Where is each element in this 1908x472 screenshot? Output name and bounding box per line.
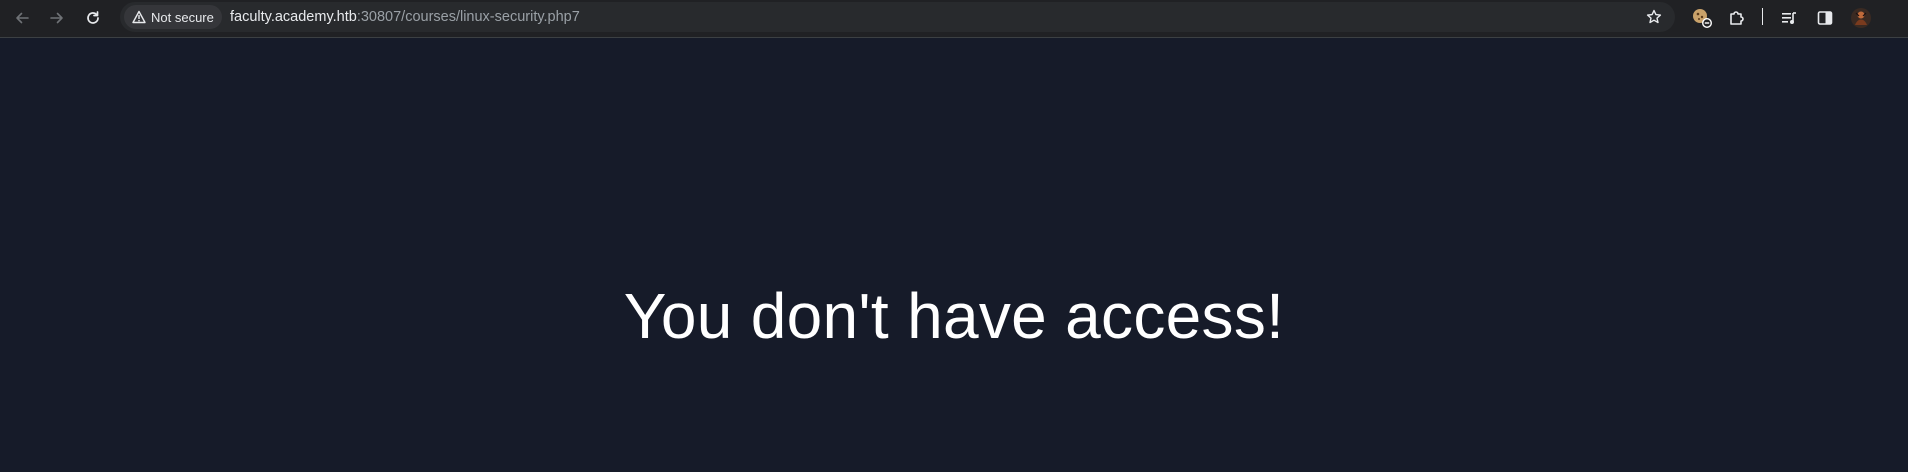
- warning-icon: [132, 10, 146, 24]
- back-button[interactable]: [7, 3, 37, 33]
- url-text[interactable]: faculty.academy.htb:30807/courses/linux-…: [230, 2, 580, 32]
- security-label: Not secure: [151, 9, 214, 25]
- forward-icon: [50, 12, 63, 24]
- extensions-button[interactable]: [1724, 5, 1750, 31]
- browser-toolbar: Not secure faculty.academy.htb:30807/cou…: [0, 0, 1908, 38]
- media-controls-button[interactable]: [1776, 5, 1802, 31]
- profile-button[interactable]: [1848, 5, 1874, 31]
- access-denied-message: You don't have access!: [623, 280, 1285, 352]
- profile-avatar: [1851, 8, 1871, 28]
- reload-button[interactable]: [78, 3, 108, 33]
- star-icon: [1646, 9, 1662, 24]
- toolbar-divider: [1762, 8, 1763, 25]
- address-bar[interactable]: Not secure faculty.academy.htb:30807/cou…: [120, 2, 1675, 32]
- side-panel-button[interactable]: [1812, 5, 1838, 31]
- back-icon: [16, 12, 29, 24]
- reload-icon: [87, 11, 99, 24]
- bookmark-star-button[interactable]: [1645, 8, 1663, 26]
- security-indicator[interactable]: Not secure: [124, 5, 222, 29]
- cookie-extension-button[interactable]: [1689, 5, 1715, 31]
- extensions-icon: [1730, 11, 1744, 25]
- cookie-extension-icon: [1693, 9, 1712, 28]
- side-panel-icon: [1817, 11, 1833, 25]
- url-path: :30807/courses/linux-security.php7: [356, 9, 580, 25]
- forward-button[interactable]: [42, 3, 72, 33]
- url-host: faculty.academy.htb: [230, 9, 357, 25]
- media-controls-icon: [1782, 12, 1796, 24]
